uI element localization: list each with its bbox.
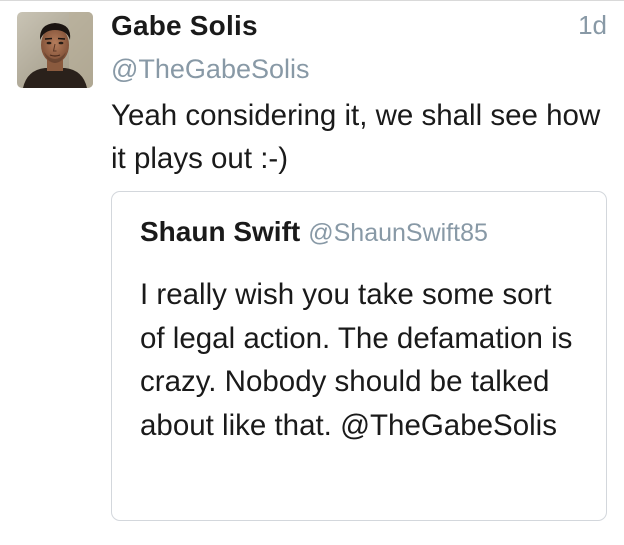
quoted-tweet-card[interactable]: Shaun Swift @ShaunSwift85 I really wish y…	[111, 191, 607, 521]
quoted-tweet-header: Shaun Swift @ShaunSwift85	[140, 216, 488, 248]
author-handle[interactable]: @TheGabeSolis	[111, 54, 310, 85]
tweet[interactable]: Gabe Solis @TheGabeSolis 1d Yeah conside…	[0, 0, 624, 545]
tweet-timestamp[interactable]: 1d	[578, 10, 607, 41]
quoted-tweet-text: I really wish you take some sort of lega…	[140, 278, 573, 442]
author-name[interactable]: Gabe Solis	[111, 10, 258, 42]
author-avatar[interactable]	[17, 12, 93, 88]
tweet-text: Yeah considering it, we shall see how it…	[111, 99, 601, 175]
quoted-author-name: Shaun Swift	[140, 216, 301, 247]
avatar-photo-icon	[17, 12, 93, 88]
quoted-author-handle: @ShaunSwift85	[308, 219, 488, 247]
